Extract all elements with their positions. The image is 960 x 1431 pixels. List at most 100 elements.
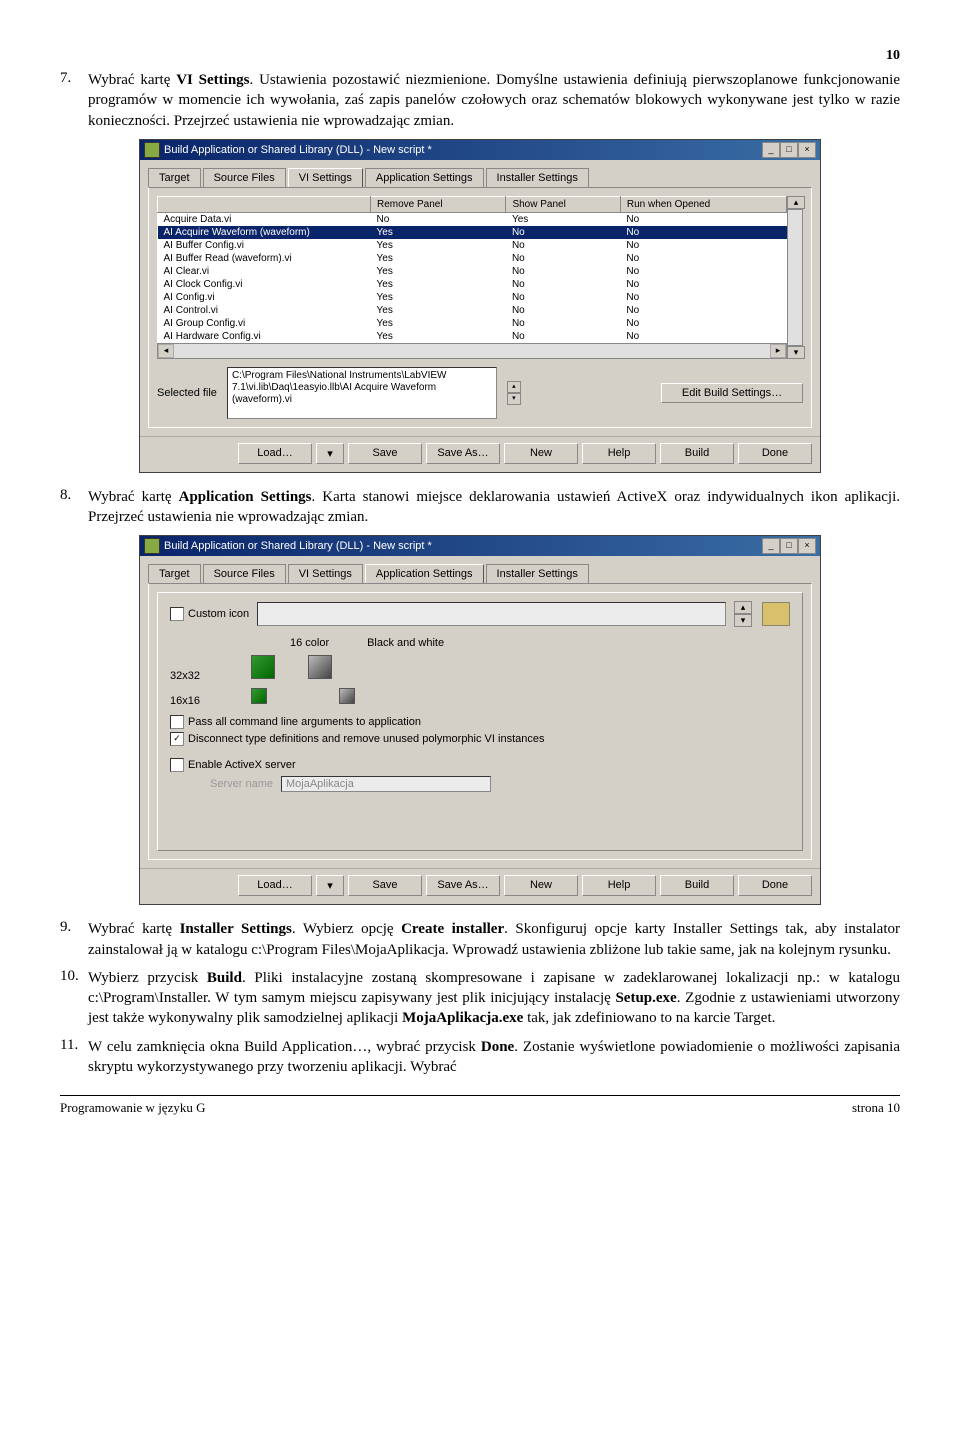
tab-strip: Target Source Files VI Settings Applicat… bbox=[140, 160, 820, 187]
icon-32-color[interactable] bbox=[251, 655, 275, 679]
table-cell: No bbox=[506, 317, 620, 330]
scroll-up-icon[interactable]: ▴ bbox=[787, 196, 805, 209]
table-cell: Yes bbox=[371, 304, 506, 317]
table-cell: AI Clock Config.vi bbox=[158, 278, 371, 291]
minimize-button[interactable]: _ bbox=[762, 538, 780, 554]
col-name[interactable] bbox=[158, 196, 371, 212]
new-button[interactable]: New bbox=[504, 875, 578, 896]
list-item-11: 11. W celu zamknięcia okna Build Applica… bbox=[60, 1037, 900, 1078]
col-show-panel[interactable]: Show Panel bbox=[506, 196, 620, 212]
table-cell: AI Buffer Read (waveform).vi bbox=[158, 252, 371, 265]
close-button[interactable]: × bbox=[798, 538, 816, 554]
horizontal-scrollbar[interactable]: ◂ ▸ bbox=[157, 343, 787, 359]
save-button[interactable]: Save bbox=[348, 443, 422, 464]
scroll-left-icon[interactable]: ◂ bbox=[158, 344, 174, 358]
window-title: Build Application or Shared Library (DLL… bbox=[164, 540, 432, 552]
table-row[interactable]: AI Acquire Waveform (waveform)YesNoNo bbox=[158, 226, 787, 239]
item-number: 8. bbox=[60, 487, 88, 528]
minimize-button[interactable]: _ bbox=[762, 142, 780, 158]
table-cell: AI Group Config.vi bbox=[158, 317, 371, 330]
activex-label: Enable ActiveX server bbox=[188, 759, 296, 771]
icon-16-color[interactable] bbox=[251, 688, 267, 704]
help-button[interactable]: Help bbox=[582, 875, 656, 896]
save-as-button[interactable]: Save As… bbox=[426, 443, 500, 464]
t: Application Settings bbox=[179, 489, 312, 505]
item-body: W celu zamknięcia okna Build Application… bbox=[88, 1037, 900, 1078]
build-button[interactable]: Build bbox=[660, 443, 734, 464]
tab-application-settings[interactable]: Application Settings bbox=[365, 564, 484, 583]
page-footer: Programowanie w języku G strona 10 bbox=[60, 1095, 900, 1116]
load-button[interactable]: Load… bbox=[238, 443, 312, 464]
table-row[interactable]: AI Control.viYesNoNo bbox=[158, 304, 787, 317]
t: Wybrać kartę bbox=[88, 489, 179, 505]
size-32-label: 32x32 bbox=[170, 670, 248, 682]
server-name-label: Server name bbox=[210, 778, 273, 790]
new-button[interactable]: New bbox=[504, 443, 578, 464]
help-button[interactable]: Help bbox=[582, 443, 656, 464]
tab-vi-settings[interactable]: VI Settings bbox=[288, 564, 363, 583]
browse-folder-icon[interactable] bbox=[762, 602, 790, 626]
icon-preview-large bbox=[257, 602, 726, 626]
load-dropdown-button[interactable]: ▾ bbox=[316, 443, 344, 464]
tab-source-files[interactable]: Source Files bbox=[203, 168, 286, 187]
load-dropdown-button[interactable]: ▾ bbox=[316, 875, 344, 896]
table-cell: Yes bbox=[371, 317, 506, 330]
tab-target[interactable]: Target bbox=[148, 168, 201, 187]
scroll-down-icon[interactable]: ▾ bbox=[787, 346, 805, 359]
maximize-button[interactable]: □ bbox=[780, 538, 798, 554]
icon-16-bw[interactable] bbox=[339, 688, 355, 704]
table-cell: Yes bbox=[371, 291, 506, 304]
col-remove-panel[interactable]: Remove Panel bbox=[371, 196, 506, 212]
t: W celu zamknięcia okna Build Application… bbox=[88, 1039, 481, 1055]
scroll-right-icon[interactable]: ▸ bbox=[770, 344, 786, 358]
table-row[interactable]: AI Buffer Read (waveform).viYesNoNo bbox=[158, 252, 787, 265]
maximize-button[interactable]: □ bbox=[780, 142, 798, 158]
footer-right: strona 10 bbox=[852, 1100, 900, 1116]
t: tak, jak zdefiniowano to na karcie Targe… bbox=[523, 1010, 775, 1026]
tab-source-files[interactable]: Source Files bbox=[203, 564, 286, 583]
table-row[interactable]: AI Config.viYesNoNo bbox=[158, 291, 787, 304]
activex-checkbox[interactable]: Enable ActiveX server bbox=[170, 758, 790, 772]
build-button[interactable]: Build bbox=[660, 875, 734, 896]
cmdline-checkbox[interactable]: Pass all command line arguments to appli… bbox=[170, 715, 790, 729]
close-button[interactable]: × bbox=[798, 142, 816, 158]
item-body: Wybrać kartę Application Settings. Karta… bbox=[88, 487, 900, 528]
table-cell: No bbox=[620, 330, 786, 343]
list-item-10: 10. Wybierz przycisk Build. Pliki instal… bbox=[60, 968, 900, 1029]
table-row[interactable]: AI Clear.viYesNoNo bbox=[158, 265, 787, 278]
col-run-when-opened[interactable]: Run when Opened bbox=[620, 196, 786, 212]
scroll-down-icon[interactable]: ▾ bbox=[734, 614, 752, 627]
table-row[interactable]: AI Clock Config.viYesNoNo bbox=[158, 278, 787, 291]
table-cell: No bbox=[506, 304, 620, 317]
tab-installer-settings[interactable]: Installer Settings bbox=[486, 564, 589, 583]
t: Build bbox=[207, 970, 242, 986]
scroll-up-icon[interactable]: ▴ bbox=[734, 601, 752, 614]
table-cell: No bbox=[506, 330, 620, 343]
item-number: 10. bbox=[60, 968, 88, 1029]
app-icon bbox=[144, 142, 160, 158]
path-stepper[interactable]: ▴▾ bbox=[507, 381, 521, 405]
table-row[interactable]: AI Group Config.viYesNoNo bbox=[158, 317, 787, 330]
save-button[interactable]: Save bbox=[348, 875, 422, 896]
table-cell: No bbox=[620, 265, 786, 278]
tab-installer-settings[interactable]: Installer Settings bbox=[486, 168, 589, 187]
table-row[interactable]: AI Hardware Config.viYesNoNo bbox=[158, 330, 787, 343]
icon-32-bw[interactable] bbox=[308, 655, 332, 679]
tab-target[interactable]: Target bbox=[148, 564, 201, 583]
table-cell: AI Config.vi bbox=[158, 291, 371, 304]
done-button[interactable]: Done bbox=[738, 875, 812, 896]
table-row[interactable]: AI Buffer Config.viYesNoNo bbox=[158, 239, 787, 252]
load-button[interactable]: Load… bbox=[238, 875, 312, 896]
selected-file-label: Selected file bbox=[157, 387, 217, 399]
server-name-input: MojaAplikacja bbox=[281, 776, 491, 792]
tab-application-settings[interactable]: Application Settings bbox=[365, 168, 484, 187]
table-row[interactable]: Acquire Data.viNoYesNo bbox=[158, 212, 787, 226]
custom-icon-checkbox[interactable]: Custom icon bbox=[170, 607, 249, 621]
edit-build-settings-button[interactable]: Edit Build Settings… bbox=[661, 383, 803, 403]
list-item-8: 8. Wybrać kartę Application Settings. Ka… bbox=[60, 487, 900, 528]
tab-vi-settings[interactable]: VI Settings bbox=[288, 168, 363, 187]
disconnect-checkbox[interactable]: ✓Disconnect type definitions and remove … bbox=[170, 732, 790, 746]
table-cell: Acquire Data.vi bbox=[158, 212, 371, 226]
done-button[interactable]: Done bbox=[738, 443, 812, 464]
save-as-button[interactable]: Save As… bbox=[426, 875, 500, 896]
